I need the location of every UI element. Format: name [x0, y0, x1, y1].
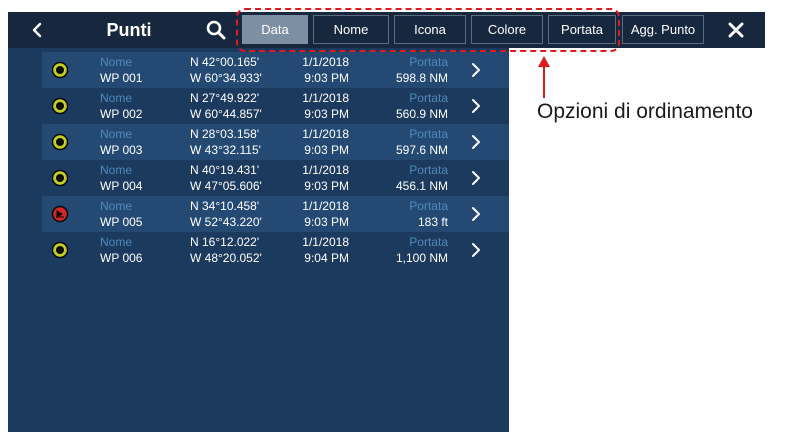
range-value: 1,100 NM	[395, 251, 448, 265]
time: 9:03 PM	[304, 71, 349, 85]
waypoint-circle-icon	[51, 61, 69, 79]
waypoint-row[interactable]: Nome WP 002 N 27°49.922' W 60°44.857' 1/…	[42, 88, 509, 124]
range-value: 456.1 NM	[395, 179, 448, 193]
chevron-right-icon	[472, 243, 480, 257]
date: 1/1/2018	[302, 91, 349, 105]
range-value: 598.8 NM	[395, 71, 448, 85]
range-label: Portata	[409, 91, 448, 105]
name-label: Nome	[100, 163, 133, 177]
name-label: Nome	[100, 91, 133, 105]
name-label: Nome	[100, 55, 133, 69]
page-title: Punti	[106, 19, 152, 40]
date: 1/1/2018	[302, 199, 349, 213]
waypoint-row[interactable]: Nome WP 005 N 34°10.458' W 52°43.220' 1/…	[42, 196, 509, 232]
range-label: Portata	[409, 199, 448, 213]
waypoint-row[interactable]: Nome WP 004 N 40°19.431' W 47°05.606' 1/…	[42, 160, 509, 196]
close-button[interactable]	[712, 12, 760, 48]
range-label: Portata	[409, 235, 448, 249]
chevron-right-icon	[472, 63, 480, 77]
name-label: Nome	[100, 127, 133, 141]
range-label: Portata	[409, 127, 448, 141]
search-icon	[206, 20, 226, 40]
latitude: N 34°10.458'	[190, 199, 260, 213]
waypoint-name: WP 001	[100, 71, 143, 85]
waypoint-row[interactable]: Nome WP 006 N 16°12.022' W 48°20.052' 1/…	[42, 232, 509, 268]
time: 9:03 PM	[304, 107, 349, 121]
date: 1/1/2018	[302, 127, 349, 141]
name-label: Nome	[100, 199, 133, 213]
latitude: N 27°49.922'	[190, 91, 260, 105]
chevron-left-icon	[32, 22, 42, 38]
add-waypoint-button[interactable]: Agg. Punto	[622, 15, 704, 44]
waypoint-alert-icon	[51, 205, 69, 223]
waypoint-circle-icon	[51, 133, 69, 151]
waypoint-row[interactable]: Nome WP 001 N 42°00.165' W 60°34.933' 1/…	[42, 52, 509, 88]
waypoint-name: WP 003	[100, 143, 143, 157]
longitude: W 60°44.857'	[190, 107, 262, 121]
chevron-right-icon	[472, 135, 480, 149]
date: 1/1/2018	[302, 235, 349, 249]
range-value: 597.6 NM	[395, 143, 448, 157]
longitude: W 48°20.052'	[190, 251, 262, 265]
time: 9:03 PM	[304, 215, 349, 229]
waypoint-circle-icon	[51, 169, 69, 187]
longitude: W 47°05.606'	[190, 179, 262, 193]
waypoint-row[interactable]: Nome WP 003 N 28°03.158' W 43°32.115' 1/…	[42, 124, 509, 160]
name-label: Nome	[100, 235, 133, 249]
date: 1/1/2018	[302, 163, 349, 177]
close-icon	[728, 22, 744, 38]
date: 1/1/2018	[302, 55, 349, 69]
back-button[interactable]	[8, 12, 66, 48]
waypoint-name: WP 006	[100, 251, 143, 265]
longitude: W 52°43.220'	[190, 215, 262, 229]
chevron-right-icon	[472, 207, 480, 221]
waypoint-name: WP 005	[100, 215, 143, 229]
annotation-label: Opzioni di ordinamento	[537, 100, 753, 123]
latitude: N 16°12.022'	[190, 235, 260, 249]
time: 9:03 PM	[304, 143, 349, 157]
waypoint-name: WP 004	[100, 179, 143, 193]
waypoint-name: WP 002	[100, 107, 143, 121]
waypoint-circle-icon	[51, 241, 69, 259]
time: 9:04 PM	[304, 251, 349, 265]
chevron-right-icon	[472, 99, 480, 113]
range-label: Portata	[409, 163, 448, 177]
waypoint-circle-icon	[51, 97, 69, 115]
latitude: N 42°00.165'	[190, 55, 260, 69]
range-label: Portata	[409, 55, 448, 69]
latitude: N 40°19.431'	[190, 163, 260, 177]
latitude: N 28°03.158'	[190, 127, 260, 141]
search-button[interactable]	[192, 14, 240, 46]
longitude: W 60°34.933'	[190, 71, 262, 85]
annotation-line	[543, 64, 545, 98]
longitude: W 43°32.115'	[190, 143, 261, 157]
time: 9:03 PM	[304, 179, 349, 193]
range-value: 560.9 NM	[395, 107, 448, 121]
range-value: 183 ft	[417, 215, 448, 229]
chevron-right-icon	[472, 171, 480, 185]
sort-options-highlight	[236, 8, 620, 52]
